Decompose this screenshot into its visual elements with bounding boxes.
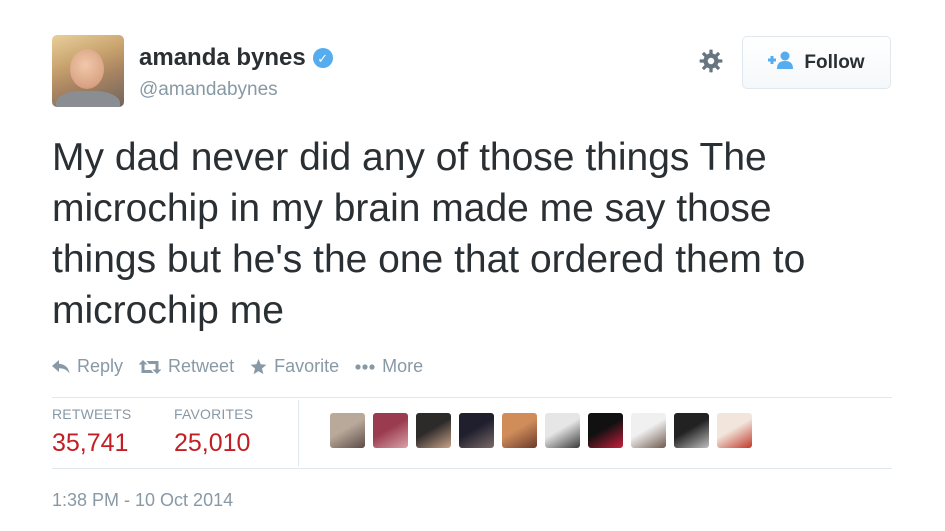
favoriter-avatar[interactable] xyxy=(502,413,537,448)
more-label: More xyxy=(382,356,424,376)
favorite-label: Favorite xyxy=(274,356,340,376)
tweet-actions: Reply Retweet Favorite More xyxy=(52,356,439,377)
verified-badge-icon: ✓ xyxy=(312,48,333,68)
stats-top-divider xyxy=(52,397,892,398)
tweet-line: microchip me xyxy=(52,289,284,332)
favoriter-avatar[interactable] xyxy=(545,413,580,448)
avatar-face xyxy=(70,49,104,89)
favoriter-avatar[interactable] xyxy=(717,413,752,448)
favoriter-avatar[interactable] xyxy=(330,413,365,448)
display-name-text: amanda bynes xyxy=(139,44,306,71)
tweet-line: things but he's the one that ordered the… xyxy=(52,238,806,281)
display-name[interactable]: amanda bynes ✓ xyxy=(139,44,333,72)
avatar-shirt xyxy=(56,91,120,107)
retweet-icon xyxy=(139,359,162,374)
follow-button-label: Follow xyxy=(804,51,865,73)
favoriter-avatar[interactable] xyxy=(588,413,623,448)
retweets-count: 35,741 xyxy=(52,429,129,457)
favoriter-avatar[interactable] xyxy=(631,413,666,448)
reply-label: Reply xyxy=(77,356,124,376)
gear-icon[interactable] xyxy=(697,47,725,75)
favorite-button[interactable]: Favorite xyxy=(250,356,339,377)
favoriter-avatar[interactable] xyxy=(416,413,451,448)
favorites-stat[interactable]: FAVORITES 25,010 xyxy=(174,406,253,458)
add-user-icon xyxy=(768,51,794,75)
more-dots-icon xyxy=(355,363,375,370)
stats-bottom-divider xyxy=(52,468,892,469)
favoriter-avatar[interactable] xyxy=(674,413,709,448)
retweets-stat[interactable]: RETWEETS 35,741 xyxy=(52,406,131,458)
tweet-line: My dad never did any of those things The xyxy=(52,136,767,179)
retweet-button[interactable]: Retweet xyxy=(139,356,234,377)
star-icon xyxy=(250,358,267,374)
favoriter-avatar[interactable] xyxy=(373,413,408,448)
favoriter-avatar[interactable] xyxy=(459,413,494,448)
favorites-count: 25,010 xyxy=(174,429,251,457)
stats-separator xyxy=(298,400,299,466)
tweet-line: microchip in my brain made me say those xyxy=(52,187,772,230)
profile-avatar[interactable] xyxy=(52,35,124,107)
follow-button[interactable]: Follow xyxy=(742,36,891,89)
retweet-label: Retweet xyxy=(168,356,235,376)
user-handle[interactable]: @amandabynes xyxy=(139,79,278,101)
reply-icon xyxy=(52,359,70,373)
reply-button[interactable]: Reply xyxy=(52,356,123,377)
tweet-timestamp[interactable]: 1:38 PM - 10 Oct 2014 xyxy=(52,490,233,511)
retweets-label: RETWEETS xyxy=(52,406,132,422)
tweet-text: My dad never did any of those things The… xyxy=(52,132,922,336)
favoriters-avatars xyxy=(330,413,752,448)
favorites-label: FAVORITES xyxy=(174,406,254,422)
more-button[interactable]: More xyxy=(355,356,423,377)
